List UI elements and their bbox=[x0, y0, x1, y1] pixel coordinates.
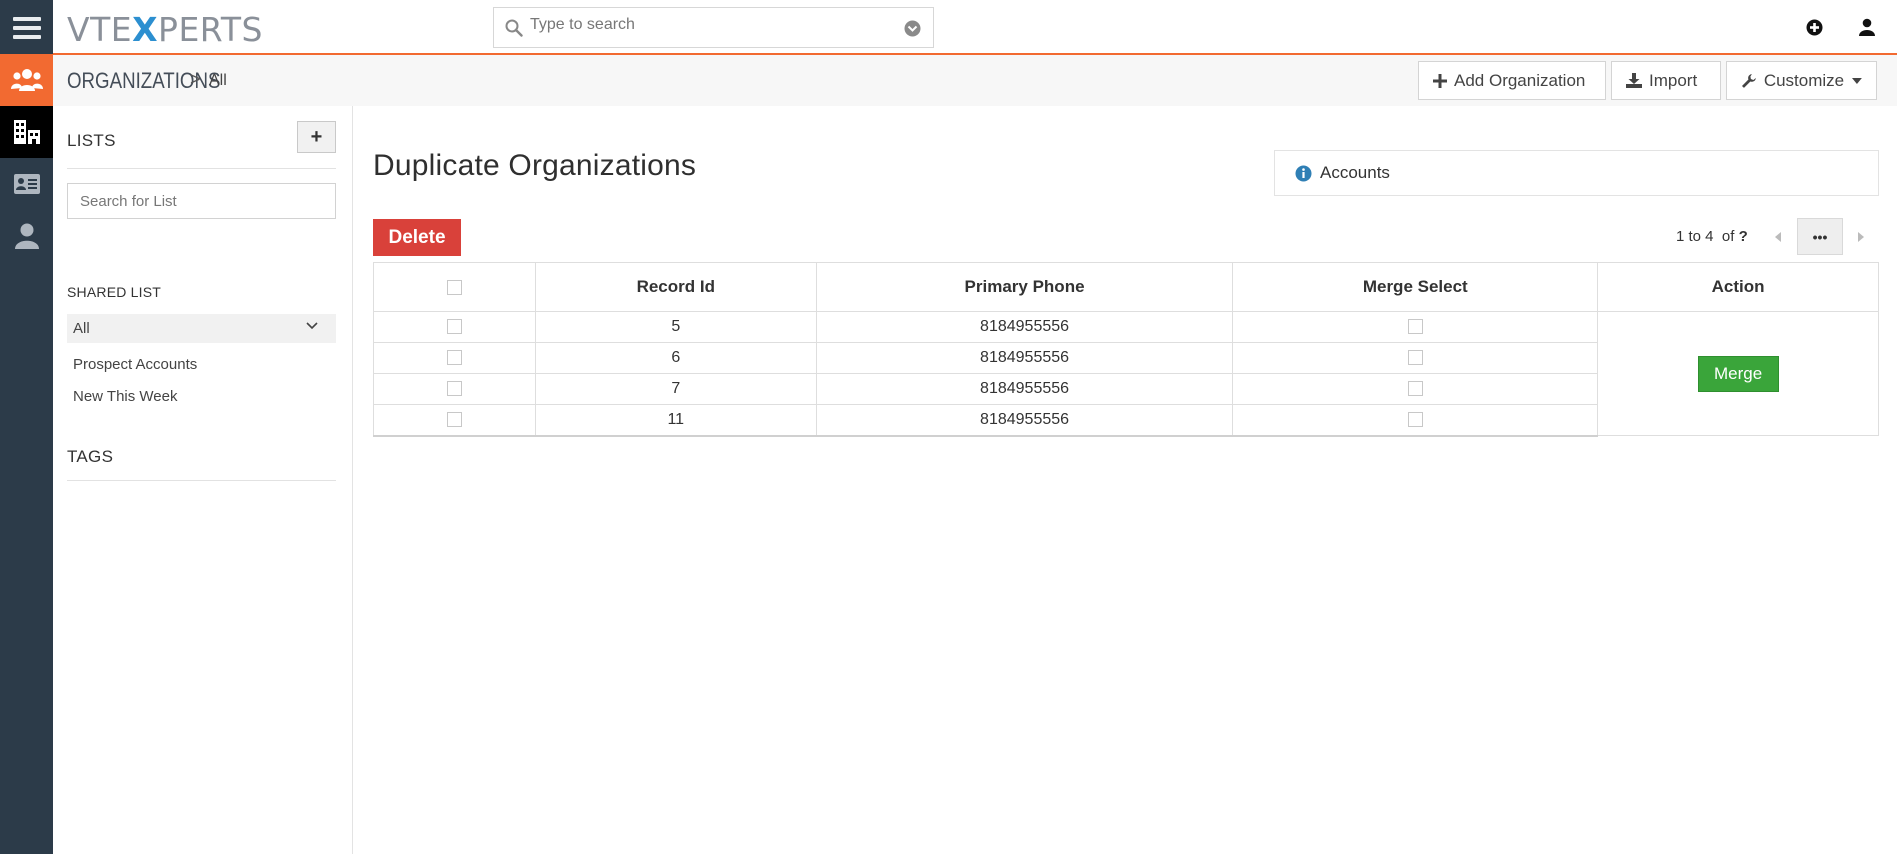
merge-button[interactable]: Merge bbox=[1697, 355, 1779, 392]
merge-select-checkbox[interactable] bbox=[1407, 381, 1423, 397]
lists-panel: LISTS + SHARED LIST All Prospect Account… bbox=[53, 106, 353, 854]
record-id-cell: 6 bbox=[534, 342, 817, 374]
dropdown-circle-icon[interactable] bbox=[904, 20, 921, 37]
rail-organizations[interactable] bbox=[0, 106, 53, 158]
merge-select-checkbox[interactable] bbox=[1407, 319, 1423, 335]
search-icon bbox=[505, 19, 523, 37]
chevron-right-icon bbox=[1858, 231, 1864, 242]
row-select-cell bbox=[373, 373, 536, 405]
page-title: Duplicate Organizations bbox=[373, 149, 697, 182]
top-header: VTEXPERTS bbox=[53, 0, 1897, 55]
select-all-checkbox[interactable] bbox=[446, 280, 462, 296]
merge-select-cell bbox=[1232, 373, 1599, 405]
table-header-row: Record Id Primary Phone Merge Select Act… bbox=[373, 262, 1879, 312]
breadcrumb-separator: > bbox=[190, 69, 201, 89]
primary-phone-cell: 8184955556 bbox=[815, 404, 1234, 437]
customize-button[interactable]: Customize bbox=[1726, 61, 1877, 100]
row-checkbox[interactable] bbox=[446, 381, 462, 397]
row-checkbox[interactable] bbox=[446, 412, 462, 428]
wrench-icon bbox=[1741, 73, 1756, 88]
contact-card-icon bbox=[13, 174, 40, 194]
rail-leads[interactable] bbox=[0, 210, 53, 262]
list-item-all[interactable]: All bbox=[67, 314, 336, 343]
menu-icon bbox=[12, 16, 41, 39]
divider bbox=[67, 480, 336, 481]
primary-phone-cell: 8184955556 bbox=[815, 373, 1234, 405]
pagination-info: 1 to 4 of ? bbox=[1676, 228, 1748, 245]
record-id-cell: 5 bbox=[534, 311, 817, 343]
rail-contacts[interactable] bbox=[0, 158, 53, 210]
tags-title: TAGS bbox=[67, 447, 114, 466]
row-select-cell bbox=[373, 342, 536, 374]
breadcrumb-view[interactable]: All bbox=[209, 72, 227, 90]
building-icon bbox=[13, 120, 40, 144]
row-select-cell bbox=[373, 404, 536, 437]
user-icon[interactable] bbox=[1858, 18, 1876, 37]
download-icon bbox=[1626, 73, 1642, 88]
column-header-action: Action bbox=[1597, 262, 1879, 312]
merge-select-cell bbox=[1232, 404, 1599, 437]
column-header-primary-phone[interactable]: Primary Phone bbox=[815, 262, 1234, 312]
menu-button[interactable] bbox=[0, 0, 53, 55]
rail-organizations-group[interactable] bbox=[0, 54, 53, 106]
info-module-box: Accounts bbox=[1274, 150, 1879, 196]
column-header-merge-select[interactable]: Merge Select bbox=[1232, 262, 1599, 312]
caret-down-icon bbox=[1852, 77, 1862, 84]
list-search[interactable] bbox=[67, 183, 336, 219]
select-all-header bbox=[373, 262, 536, 312]
plus-icon bbox=[1433, 73, 1447, 88]
list-item-new-this-week[interactable]: New This Week bbox=[73, 388, 177, 405]
delete-button[interactable]: Delete bbox=[373, 219, 461, 256]
list-search-input[interactable] bbox=[68, 184, 335, 218]
merge-select-checkbox[interactable] bbox=[1407, 412, 1423, 428]
organizations-group-icon bbox=[10, 69, 43, 91]
record-id-cell: 7 bbox=[534, 373, 817, 405]
app-rail bbox=[0, 0, 53, 854]
page-jump-button[interactable]: ••• bbox=[1797, 218, 1843, 255]
chevron-left-icon bbox=[1775, 231, 1781, 242]
duplicates-table: Record Id Primary Phone Merge Select Act… bbox=[373, 262, 1879, 437]
next-page-button[interactable] bbox=[1843, 218, 1879, 255]
list-item-label: All bbox=[73, 320, 90, 337]
person-icon bbox=[14, 223, 39, 249]
global-search[interactable] bbox=[493, 7, 934, 48]
action-cell: Merge bbox=[1597, 311, 1879, 436]
merge-select-cell bbox=[1232, 311, 1599, 343]
previous-page-button[interactable] bbox=[1760, 218, 1796, 255]
divider bbox=[67, 168, 336, 169]
primary-phone-cell: 8184955556 bbox=[815, 342, 1234, 374]
search-input[interactable] bbox=[530, 16, 890, 34]
add-organization-button[interactable]: Add Organization bbox=[1418, 61, 1606, 100]
list-item-prospect-accounts[interactable]: Prospect Accounts bbox=[73, 356, 197, 373]
primary-phone-cell: 8184955556 bbox=[815, 311, 1234, 343]
row-select-cell bbox=[373, 311, 536, 343]
row-checkbox[interactable] bbox=[446, 350, 462, 366]
row-checkbox[interactable] bbox=[446, 319, 462, 335]
module-header: ORGANIZATIONS > All Add Organization Imp… bbox=[53, 55, 1897, 106]
add-circle-icon[interactable] bbox=[1806, 19, 1823, 36]
import-button[interactable]: Import bbox=[1611, 61, 1721, 100]
column-header-record-id[interactable]: Record Id bbox=[534, 262, 817, 312]
brand-logo[interactable]: VTEXPERTS bbox=[67, 10, 263, 49]
add-list-button[interactable]: + bbox=[297, 121, 336, 153]
lists-title: LISTS bbox=[67, 131, 116, 150]
chevron-down-icon[interactable] bbox=[306, 322, 318, 330]
merge-select-cell bbox=[1232, 342, 1599, 374]
shared-list-title: SHARED LIST bbox=[67, 284, 161, 300]
record-id-cell: 11 bbox=[534, 404, 817, 437]
merge-select-checkbox[interactable] bbox=[1407, 350, 1423, 366]
table-row: 5 8184955556 Merge bbox=[373, 311, 1879, 436]
info-icon bbox=[1295, 165, 1312, 181]
